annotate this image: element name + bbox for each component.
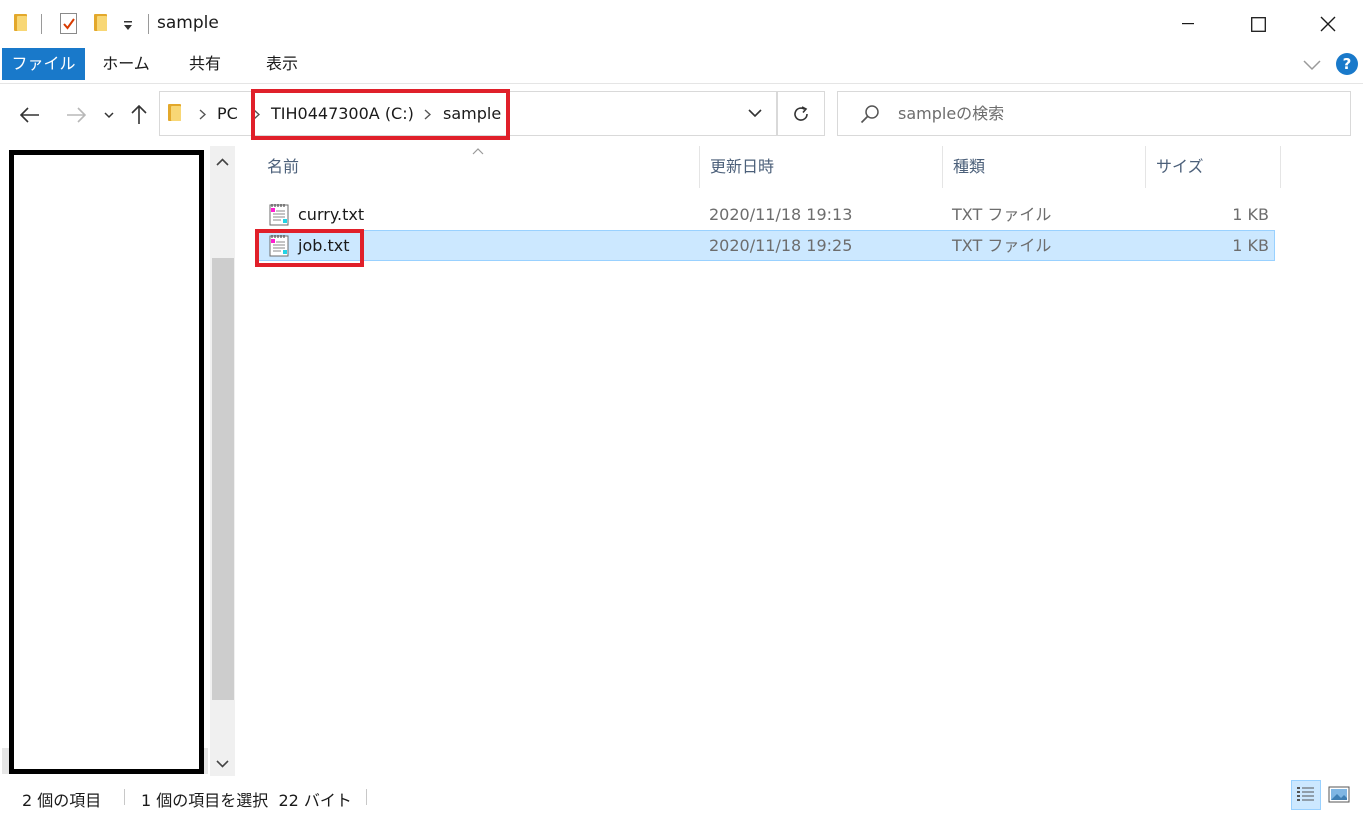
maximize-button[interactable] [1223, 0, 1293, 48]
toolbar-divider [148, 14, 149, 34]
filename-highlight-box [255, 229, 364, 267]
tab-view[interactable]: 表示 [249, 48, 315, 80]
search-input[interactable] [898, 92, 1338, 135]
window-title: sample [157, 13, 219, 33]
properties-icon[interactable] [60, 13, 77, 34]
minimize-button[interactable] [1153, 0, 1223, 48]
column-header-type[interactable]: 種類 [943, 146, 1146, 188]
new-folder-icon[interactable] [94, 14, 107, 31]
status-item-count: 2 個の項目 [22, 791, 102, 810]
folder-icon [14, 14, 27, 31]
search-icon [860, 105, 879, 124]
status-divider [366, 789, 367, 805]
refresh-icon [794, 105, 808, 121]
file-name[interactable]: curry.txt [298, 199, 364, 230]
navigation-pane [0, 146, 236, 776]
breadcrumb-highlight-box [251, 89, 510, 140]
ribbon: ファイル ホーム 共有 表示 ? [0, 48, 1363, 84]
search-box[interactable] [837, 91, 1351, 136]
close-button[interactable] [1293, 0, 1363, 48]
tab-file[interactable]: ファイル [2, 48, 85, 80]
large-icons-view-icon [1328, 786, 1350, 803]
forward-arrow-icon[interactable] [62, 101, 90, 129]
navigation-bar: PC TIH0447300A (C:) sample [0, 85, 1363, 145]
details-view-button[interactable] [1291, 780, 1321, 810]
up-arrow-icon[interactable] [128, 101, 150, 129]
back-arrow-icon[interactable] [16, 101, 44, 129]
folder-icon [168, 104, 181, 121]
help-button[interactable]: ? [1336, 53, 1358, 75]
file-type: TXT ファイル [952, 205, 1052, 224]
recent-locations-icon[interactable] [100, 101, 118, 129]
column-header-size[interactable]: サイズ [1146, 146, 1281, 188]
file-list: 名前 更新日時 種類 サイズ curry.txt 2020/11/18 19:1… [240, 146, 1363, 776]
status-bar: 2 個の項目 1 個の項目を選択 22 バイト [0, 777, 1363, 813]
title-bar: sample [0, 0, 1363, 48]
details-view-icon [1297, 787, 1314, 801]
large-icons-view-button[interactable] [1324, 780, 1354, 810]
file-type: TXT ファイル [952, 236, 1052, 255]
chevron-right-icon[interactable] [199, 109, 206, 120]
nav-scrollbar-thumb[interactable] [212, 258, 234, 700]
file-modified: 2020/11/18 19:25 [709, 236, 853, 255]
status-divider [124, 789, 125, 805]
chevron-down-icon[interactable] [1303, 56, 1321, 75]
address-history-chevron-icon[interactable] [748, 109, 762, 118]
tab-home[interactable]: ホーム [93, 48, 159, 80]
toolbar-divider [41, 14, 42, 34]
status-selection: 1 個の項目を選択 22 バイト [141, 791, 352, 810]
nav-scrollbar[interactable] [210, 146, 235, 776]
column-header-modified[interactable]: 更新日時 [700, 146, 943, 188]
text-file-icon [269, 204, 289, 226]
scroll-down-icon[interactable] [216, 760, 229, 768]
redacted-nav-tree [9, 150, 204, 774]
refresh-button[interactable] [777, 91, 825, 136]
file-modified: 2020/11/18 19:13 [709, 205, 853, 224]
file-size: 1 KB [1232, 236, 1269, 255]
scroll-up-icon[interactable] [216, 158, 229, 166]
file-row-curry[interactable]: curry.txt 2020/11/18 19:13 TXT ファイル 1 KB [257, 199, 1275, 230]
dropdown-icon[interactable] [122, 18, 134, 32]
breadcrumb-pc[interactable]: PC [217, 104, 238, 123]
tab-share[interactable]: 共有 [172, 48, 238, 80]
column-header-name[interactable]: 名前 [257, 146, 700, 188]
file-row-job[interactable]: job.txt 2020/11/18 19:25 TXT ファイル 1 KB [257, 230, 1275, 261]
file-size: 1 KB [1232, 205, 1269, 224]
